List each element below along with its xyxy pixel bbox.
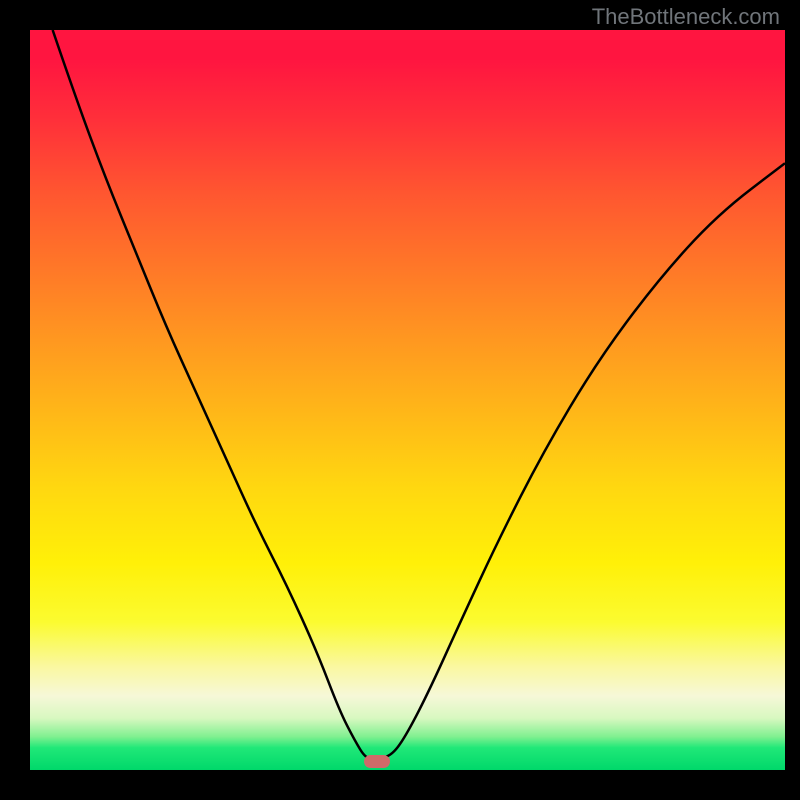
optimal-marker [364,755,390,768]
bottleneck-curve-path [53,30,785,759]
plot-area [30,30,785,770]
watermark-label: TheBottleneck.com [592,4,780,30]
curve-svg [30,30,785,770]
